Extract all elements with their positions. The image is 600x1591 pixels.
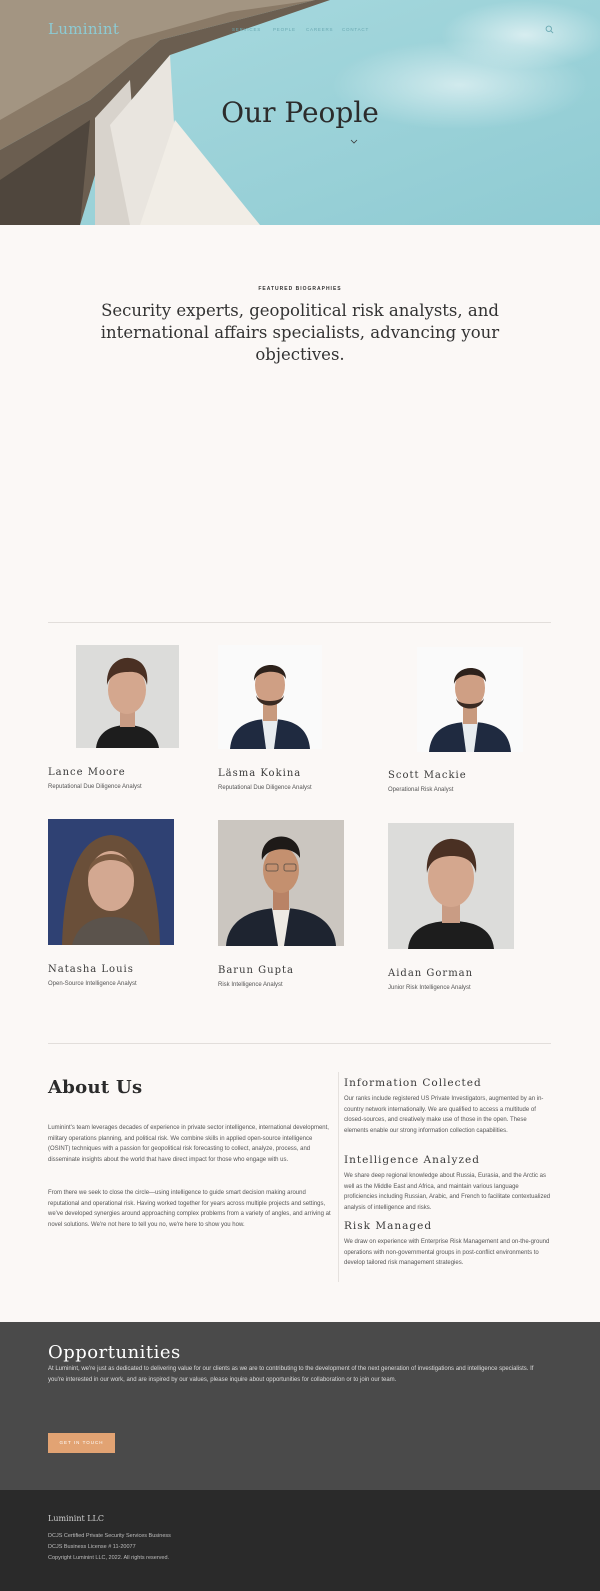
page-title: Our People <box>221 96 379 129</box>
person-role: Open-Source Intelligence Analyst <box>48 981 137 987</box>
about-title: About Us <box>48 1077 143 1098</box>
footer-brand: Luminint LLC <box>48 1514 104 1523</box>
person-role: Reputational Due Diligence Analyst <box>48 784 142 790</box>
avatar[interactable] <box>218 645 322 749</box>
opportunities-title: Opportunities <box>48 1342 181 1363</box>
section-lead: Security experts, geopolitical risk anal… <box>100 301 500 364</box>
opportunities-text: At Luminint, we're just as dedicated to … <box>48 1366 534 1383</box>
person-role: Operational Risk Analyst <box>388 787 454 793</box>
site-logo[interactable]: Luminint <box>48 20 119 38</box>
footer-line: DCJS Certified Private Security Services… <box>48 1533 171 1539</box>
person-role: Junior Risk Intelligence Analyst <box>388 985 471 991</box>
avatar[interactable] <box>218 820 344 946</box>
person-role: Risk Intelligence Analyst <box>218 982 283 988</box>
avatar[interactable] <box>76 645 179 748</box>
get-in-touch-button[interactable]: GET IN TOUCH <box>48 1433 115 1453</box>
search-icon[interactable] <box>545 25 554 34</box>
person-role: Reputational Due Diligence Analyst <box>218 785 312 791</box>
footer-line: DCJS Business License # 11-20077 <box>48 1544 136 1550</box>
divider <box>48 1043 551 1044</box>
avatar[interactable] <box>417 647 523 752</box>
nav-services[interactable]: SERVICES <box>232 27 261 32</box>
hero-banner: Luminint SERVICES PEOPLE CAREERS CONTACT… <box>0 0 600 225</box>
person-name[interactable]: Lance Moore <box>48 767 126 778</box>
chevron-down-icon[interactable] <box>350 139 358 144</box>
info-heading: Risk Managed <box>344 1220 433 1232</box>
avatar[interactable] <box>48 819 174 945</box>
info-text: We draw on experience with Enterprise Ri… <box>344 1239 550 1267</box>
info-heading: Information Collected <box>344 1077 482 1089</box>
about-paragraph: Luminint's team leverages decades of exp… <box>48 1125 329 1163</box>
person-name[interactable]: Scott Mackie <box>388 770 467 781</box>
opportunities-section: Opportunities At Luminint, we're just as… <box>0 1322 600 1490</box>
divider <box>48 622 551 623</box>
person-name[interactable]: Aidan Gorman <box>388 968 473 979</box>
section-eyebrow: FEATURED BIOGRAPHIES <box>258 286 342 292</box>
person-name[interactable]: Läsma Kokina <box>218 768 301 779</box>
nav-people[interactable]: PEOPLE <box>273 27 296 32</box>
info-heading: Intelligence Analyzed <box>344 1154 480 1166</box>
person-name[interactable]: Natasha Louis <box>48 964 134 975</box>
nav-careers[interactable]: CAREERS <box>306 27 333 32</box>
footer: Luminint LLC DCJS Certified Private Secu… <box>0 1490 600 1591</box>
column-divider <box>338 1072 339 1282</box>
info-text: Our ranks include registered US Private … <box>344 1096 544 1134</box>
avatar[interactable] <box>388 823 514 949</box>
info-text: We share deep regional knowledge about R… <box>344 1173 551 1211</box>
person-name[interactable]: Barun Gupta <box>218 965 294 976</box>
footer-line: Copyright Luminint LLC, 2022. All rights… <box>48 1555 170 1561</box>
nav-contact[interactable]: CONTACT <box>342 27 369 32</box>
about-paragraph: From there we seek to close the circle—u… <box>48 1190 331 1228</box>
